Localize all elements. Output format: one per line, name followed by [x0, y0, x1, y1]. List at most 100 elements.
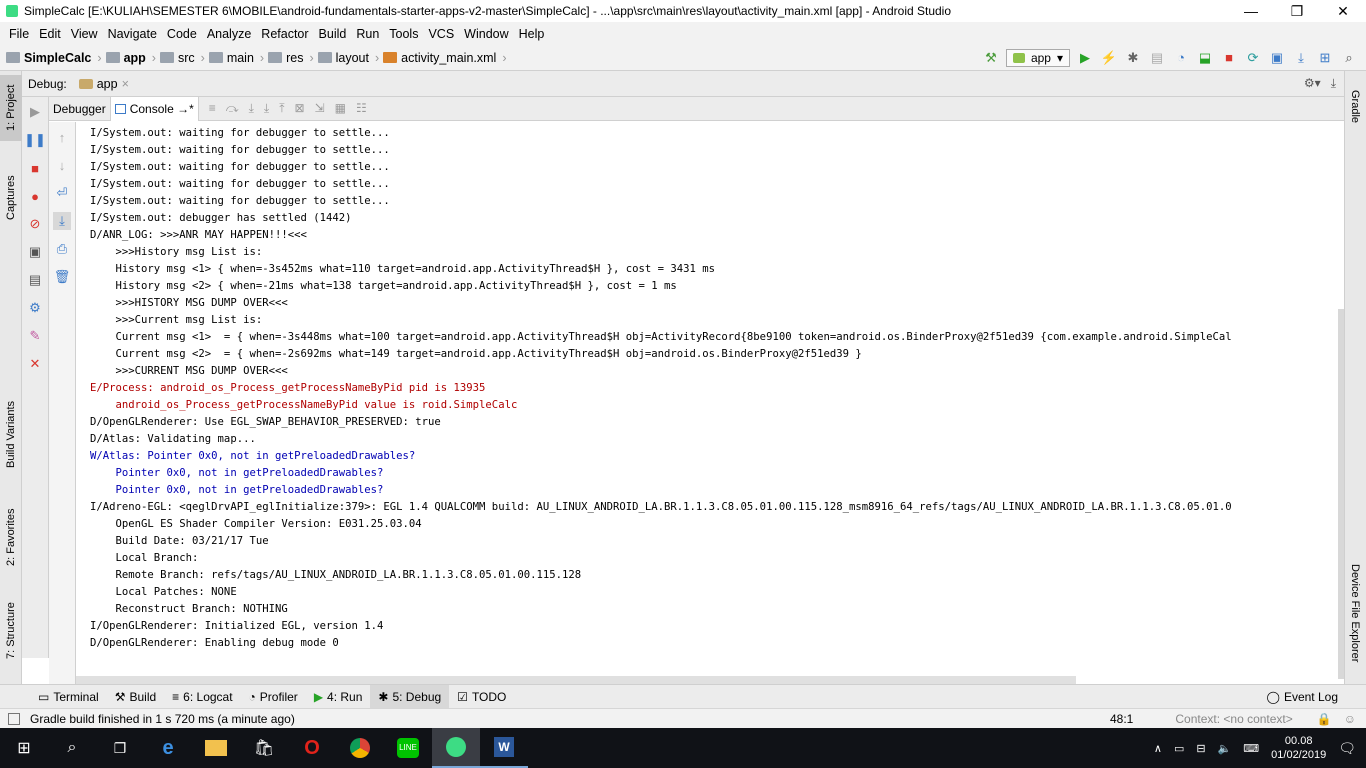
breadcrumb-layout[interactable]: layout ›	[317, 51, 379, 65]
screenshot-icon[interactable]: ▣	[26, 243, 44, 261]
menu-navigate[interactable]: Navigate	[103, 27, 162, 41]
tab-captures[interactable]: Captures	[0, 167, 22, 229]
chrome-icon[interactable]	[336, 728, 384, 768]
console-output[interactable]: I/System.out: waiting for debugger to se…	[76, 123, 1344, 684]
search-icon[interactable]: ⌕	[48, 728, 96, 768]
tab-build[interactable]: ⚒ Build	[107, 685, 164, 709]
mute-breakpoints-icon[interactable]: ⊘	[26, 215, 44, 233]
search-icon[interactable]: ⌕	[1340, 49, 1358, 67]
show-execution-point-icon[interactable]: ≡	[209, 101, 216, 116]
breadcrumb-main[interactable]: main ›	[208, 51, 264, 65]
soft-wrap-icon[interactable]: ⏎	[53, 184, 71, 202]
status-message[interactable]: Gradle build finished in 1 s 720 ms (a m…	[30, 712, 295, 726]
sync-gradle-icon[interactable]: ⟳	[1244, 49, 1262, 67]
breadcrumb-file[interactable]: activity_main.xml ›	[383, 51, 507, 65]
pin-icon[interactable]: ✎	[26, 327, 44, 345]
pause-icon[interactable]: ❚❚	[24, 131, 46, 149]
menu-code[interactable]: Code	[162, 27, 202, 41]
horizontal-scrollbar[interactable]	[76, 676, 1076, 684]
menu-analyze[interactable]: Analyze	[202, 27, 256, 41]
menu-edit[interactable]: Edit	[34, 27, 66, 41]
windows-start-icon[interactable]: ⊞	[0, 728, 48, 768]
trash-icon[interactable]: 🗑	[53, 268, 71, 286]
close-icon[interactable]: ×	[122, 77, 129, 91]
tab-debug[interactable]: ✱ 5: Debug	[370, 684, 450, 709]
task-view-icon[interactable]: ❐	[96, 728, 144, 768]
make-project-icon[interactable]: ⚒	[982, 49, 1000, 67]
file-explorer-icon[interactable]	[192, 728, 240, 768]
clock[interactable]: 00.08 01/02/2019	[1271, 734, 1326, 762]
tab-profiler[interactable]: ◔ Profiler	[241, 685, 306, 709]
layout-icon[interactable]: ▤	[26, 271, 44, 289]
menu-help[interactable]: Help	[514, 27, 550, 41]
menu-view[interactable]: View	[66, 27, 103, 41]
tab-build-variants[interactable]: Build Variants	[0, 387, 22, 481]
edge-browser-icon[interactable]: e	[144, 728, 192, 768]
menu-refactor[interactable]: Refactor	[256, 27, 313, 41]
step-out-icon[interactable]: ⤒	[279, 101, 284, 116]
chevron-up-icon[interactable]: ∧	[1154, 742, 1162, 755]
step-over-icon[interactable]: ⤼	[226, 101, 239, 116]
settings-icon[interactable]: ⚙	[26, 299, 44, 317]
run-configuration-select[interactable]: app ▾	[1005, 48, 1070, 67]
tab-console[interactable]: Console →*	[110, 96, 199, 121]
force-step-into-icon[interactable]: ⤓	[264, 101, 269, 116]
debug-session-tab[interactable]: app ×	[78, 77, 129, 91]
view-breakpoints-icon[interactable]: ●	[26, 187, 44, 205]
inspector-icon[interactable]: ☺	[1344, 712, 1356, 726]
scroll-to-end-icon[interactable]: ⤓	[53, 212, 71, 230]
tab-run[interactable]: ▶ 4: Run	[306, 685, 371, 709]
store-icon[interactable]: 🛍	[240, 728, 288, 768]
notifications-icon[interactable]: 🗨	[1338, 740, 1356, 757]
breadcrumb-src[interactable]: src ›	[159, 51, 205, 65]
close-button[interactable]: ✕	[1320, 3, 1366, 20]
battery-icon[interactable]: ▭	[1174, 742, 1184, 755]
up-arrow-icon[interactable]: ↑	[53, 128, 71, 146]
down-arrow-icon[interactable]: ↓	[53, 156, 71, 174]
language-icon[interactable]: ⌨	[1243, 742, 1259, 755]
menu-file[interactable]: File	[4, 27, 34, 41]
sdk-manager-icon[interactable]: ⤓	[1292, 49, 1310, 67]
tab-device-file-explorer[interactable]: Device File Explorer	[1344, 553, 1366, 673]
menu-vcs[interactable]: VCS	[423, 27, 459, 41]
line-app-icon[interactable]: LINE	[384, 728, 432, 768]
tab-todo[interactable]: ☑ TODO	[449, 685, 514, 709]
tab-structure[interactable]: 7: Structure	[0, 593, 22, 669]
avd-manager-icon[interactable]: ▣	[1268, 49, 1286, 67]
opera-icon[interactable]: O	[288, 728, 336, 768]
stop-icon[interactable]: ■	[26, 159, 44, 177]
debug-icon[interactable]: ✱	[1124, 49, 1142, 67]
profile-icon[interactable]: ◔	[1172, 49, 1190, 67]
context-indicator[interactable]: Context: <no context>	[1175, 712, 1292, 726]
menu-build[interactable]: Build	[314, 27, 352, 41]
network-icon[interactable]: ⊟	[1196, 742, 1205, 755]
step-into-icon[interactable]: ⤓	[249, 101, 254, 116]
coverage-icon[interactable]: ▤	[1148, 49, 1166, 67]
caret-position[interactable]: 48:1	[1110, 712, 1133, 726]
tab-event-log[interactable]: ◯ Event Log	[1259, 685, 1346, 709]
close-icon[interactable]: ✕	[26, 355, 44, 373]
project-structure-icon[interactable]: ⊞	[1316, 49, 1334, 67]
stop-icon[interactable]: ■	[1220, 49, 1238, 67]
tab-debugger[interactable]: Debugger	[49, 96, 111, 121]
hide-panel-icon[interactable]: ⤓	[1331, 76, 1336, 91]
tab-logcat[interactable]: ≡ 6: Logcat	[164, 685, 240, 709]
run-icon[interactable]: ▶	[1076, 49, 1094, 67]
menu-run[interactable]: Run	[351, 27, 384, 41]
breadcrumb-res[interactable]: res ›	[268, 51, 314, 65]
status-toggle-icon[interactable]	[8, 712, 20, 725]
settings-gear-icon[interactable]: ⚙▾	[1304, 76, 1321, 91]
maximize-button[interactable]: ❐	[1274, 3, 1320, 20]
print-icon[interactable]: ⎙	[53, 240, 71, 258]
tab-gradle[interactable]: Gradle	[1344, 77, 1366, 137]
android-studio-taskbar-icon[interactable]	[432, 728, 480, 768]
breadcrumb-app[interactable]: app ›	[105, 51, 156, 65]
menu-window[interactable]: Window	[459, 27, 513, 41]
resume-icon[interactable]: ▶	[26, 103, 44, 121]
attach-debugger-icon[interactable]: ⬓	[1196, 49, 1214, 67]
trace-icon[interactable]: ☷	[356, 101, 367, 116]
tab-favorites[interactable]: 2: Favorites	[0, 499, 22, 575]
breadcrumb-project[interactable]: SimpleCalc ›	[6, 51, 102, 65]
tab-terminal[interactable]: ▭ Terminal	[30, 685, 107, 709]
drop-frame-icon[interactable]: ⊠	[295, 101, 305, 116]
